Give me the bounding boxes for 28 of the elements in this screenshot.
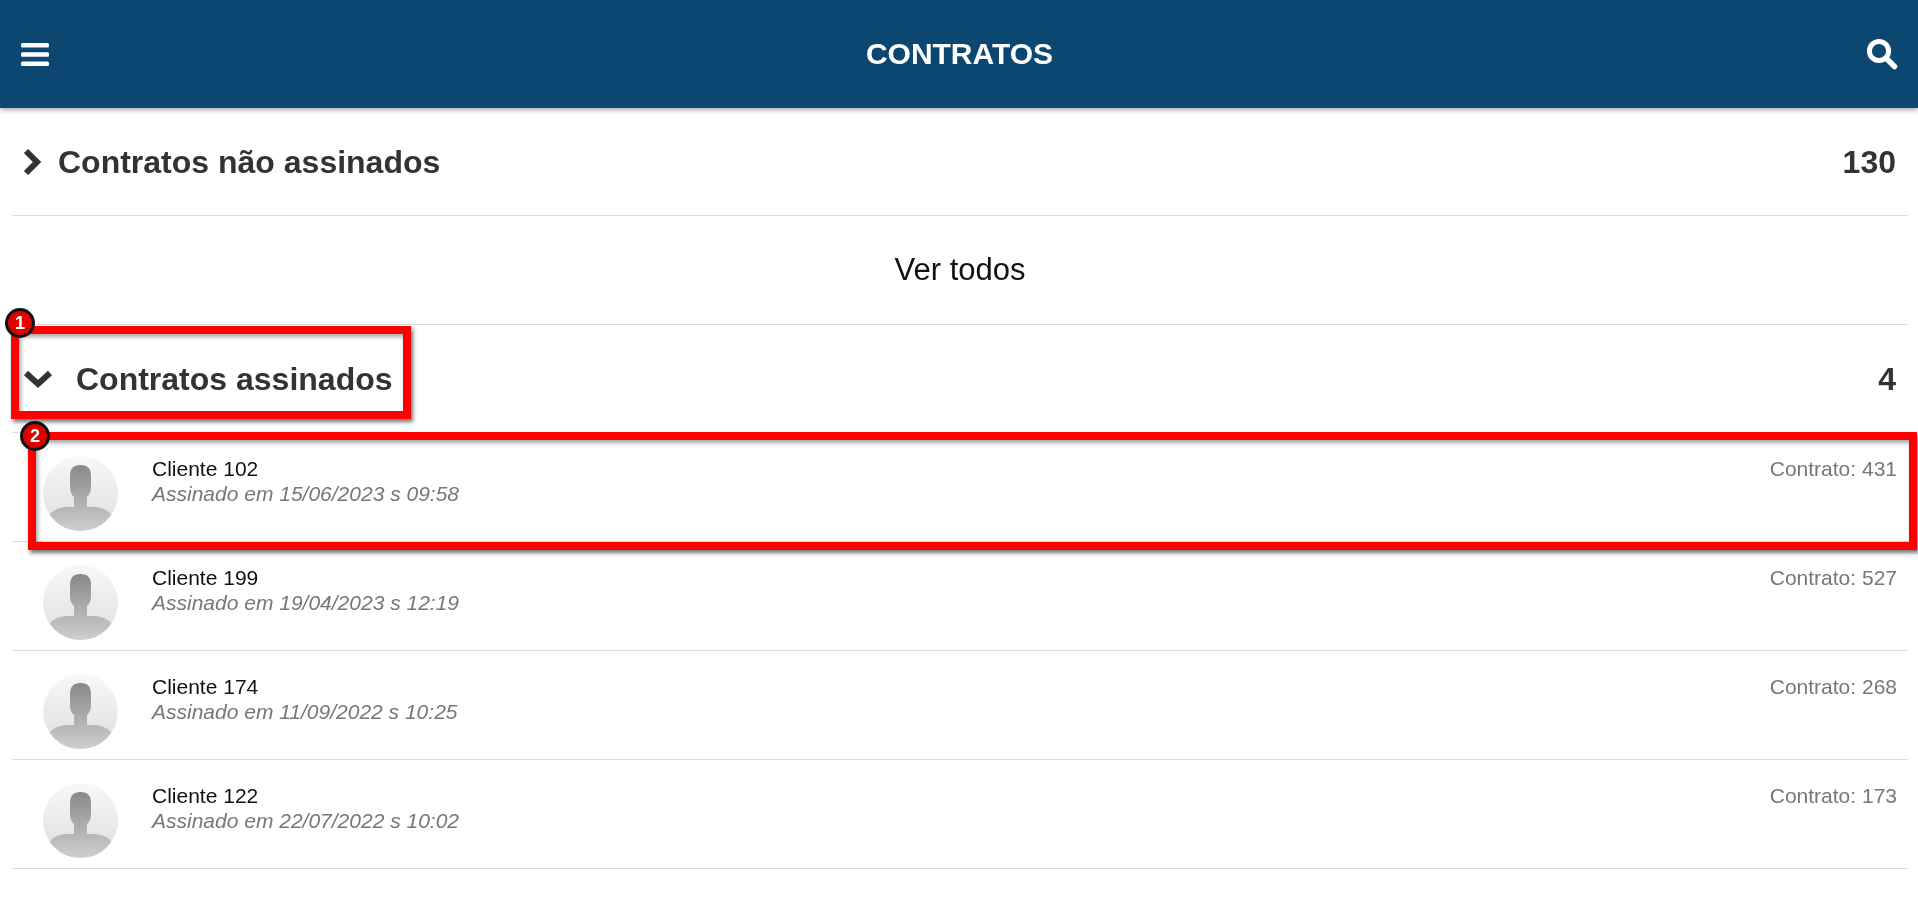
section-count: 130 — [1842, 143, 1896, 180]
section-title: Contratos assinados — [76, 360, 393, 397]
client-name: Cliente 122 — [152, 783, 260, 808]
page-title: CONTRATOS — [865, 36, 1054, 72]
signed-date: Assinado em 22/07/2022 s 10:02 — [152, 808, 461, 833]
menu-icon[interactable] — [21, 42, 49, 66]
client-name: Cliente 102 — [152, 456, 260, 481]
signed-date: Assinado em 11/09/2022 s 10:25 — [152, 699, 459, 724]
see-all-link[interactable]: Ver todos — [894, 252, 1026, 288]
section-count: 4 — [1878, 360, 1896, 397]
section-title: Contratos não assinados — [58, 143, 441, 180]
signed-date: Assinado em 19/04/2023 s 12:19 — [152, 590, 461, 615]
avatar-icon — [43, 674, 118, 749]
callout-number: 1 — [5, 307, 35, 338]
chevron-right-icon[interactable] — [22, 147, 42, 176]
callout-number: 2 — [20, 421, 50, 451]
contract-number: Contrato: 527 — [1769, 565, 1897, 590]
contract-number: Contrato: 173 — [1769, 783, 1897, 808]
signed-date: Assinado em 15/06/2023 s 09:58 — [152, 481, 461, 506]
avatar-icon — [43, 456, 118, 531]
search-icon[interactable] — [1866, 38, 1898, 70]
client-name: Cliente 199 — [152, 565, 260, 590]
avatar-icon — [43, 783, 118, 858]
contract-number: Contrato: 268 — [1769, 674, 1897, 699]
chevron-down-icon[interactable] — [23, 368, 53, 389]
avatar-icon — [43, 565, 118, 640]
contract-number: Contrato: 431 — [1769, 456, 1897, 481]
client-name: Cliente 174 — [152, 674, 260, 699]
